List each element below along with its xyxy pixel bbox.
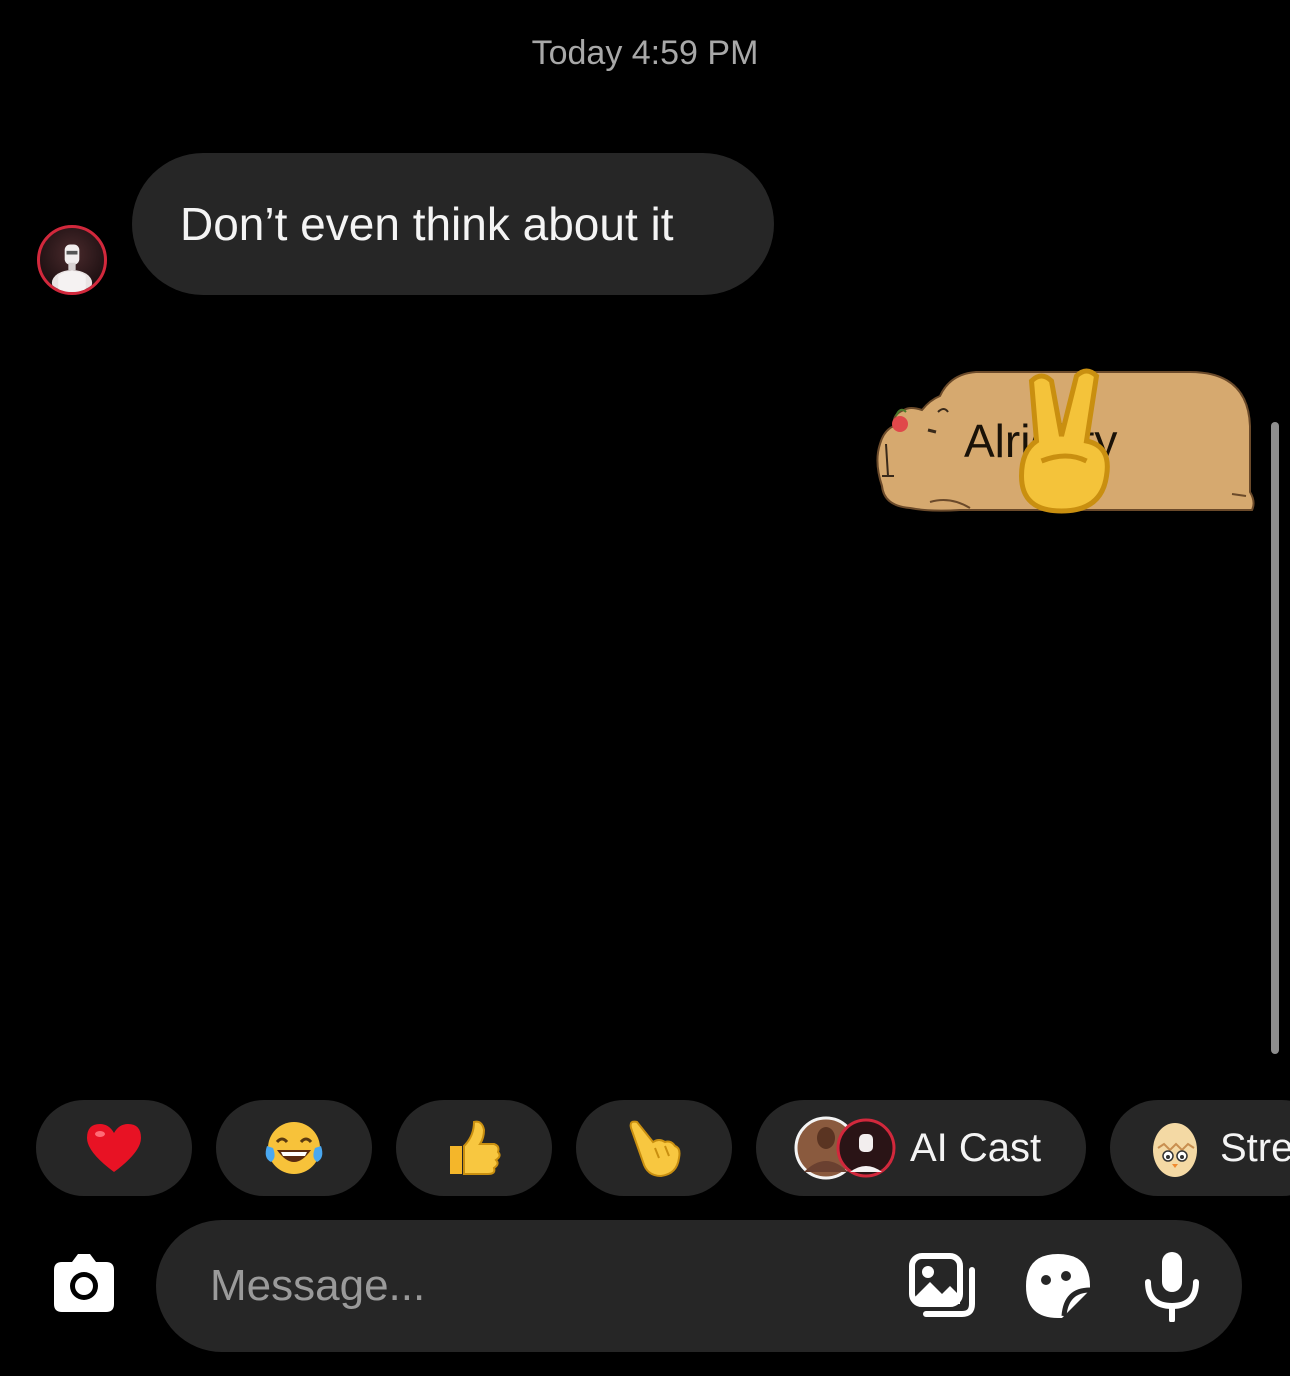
tears-of-joy-emoji-icon [265,1122,323,1174]
thumbs-up-emoji-icon [450,1120,501,1175]
quick-reply-pointing-hand[interactable] [576,1100,732,1196]
outgoing-message-bubble[interactable]: Alrighty [870,366,1258,516]
pointing-hand-emoji-icon [629,1120,681,1178]
sender-avatar[interactable] [37,225,107,295]
quick-reply-heart[interactable] [36,1100,192,1196]
camera-icon [54,1254,114,1312]
incoming-message-text: Don’t even think about it [180,198,674,250]
voice-message-button[interactable] [1136,1250,1208,1323]
quick-reply-streak[interactable]: Stre [1110,1100,1290,1196]
incoming-message-bubble[interactable]: Don’t even think about it [132,153,774,295]
microphone-icon [1145,1252,1199,1323]
quick-reply-thumbs-up[interactable] [396,1100,552,1196]
sticker-button[interactable] [1022,1250,1094,1322]
sticker-icon [1026,1254,1091,1318]
red-heart-emoji-icon [87,1124,141,1172]
ai-cast-label: AI Cast [910,1125,1042,1170]
message-composer [156,1220,1242,1352]
egg-chick-emoji-icon [1153,1123,1197,1177]
quick-reactions-bar: AI Cast Stre [0,1100,1290,1196]
victory-hand-emoji-icon [1018,368,1110,514]
message-input[interactable] [210,1256,810,1316]
quick-reply-laugh[interactable] [216,1100,372,1196]
avatar-figure-icon [51,244,93,292]
ai-cast-avatars-icon [794,1116,896,1180]
gallery-button[interactable] [906,1250,978,1322]
message-timestamp: Today 4:59 PM [531,34,759,72]
quick-reply-ai-cast[interactable]: AI Cast [756,1100,1086,1196]
streak-label: Stre [1220,1125,1290,1170]
gallery-icon [909,1253,975,1317]
scrollbar[interactable] [1271,422,1279,1054]
camera-button[interactable] [50,1254,118,1314]
